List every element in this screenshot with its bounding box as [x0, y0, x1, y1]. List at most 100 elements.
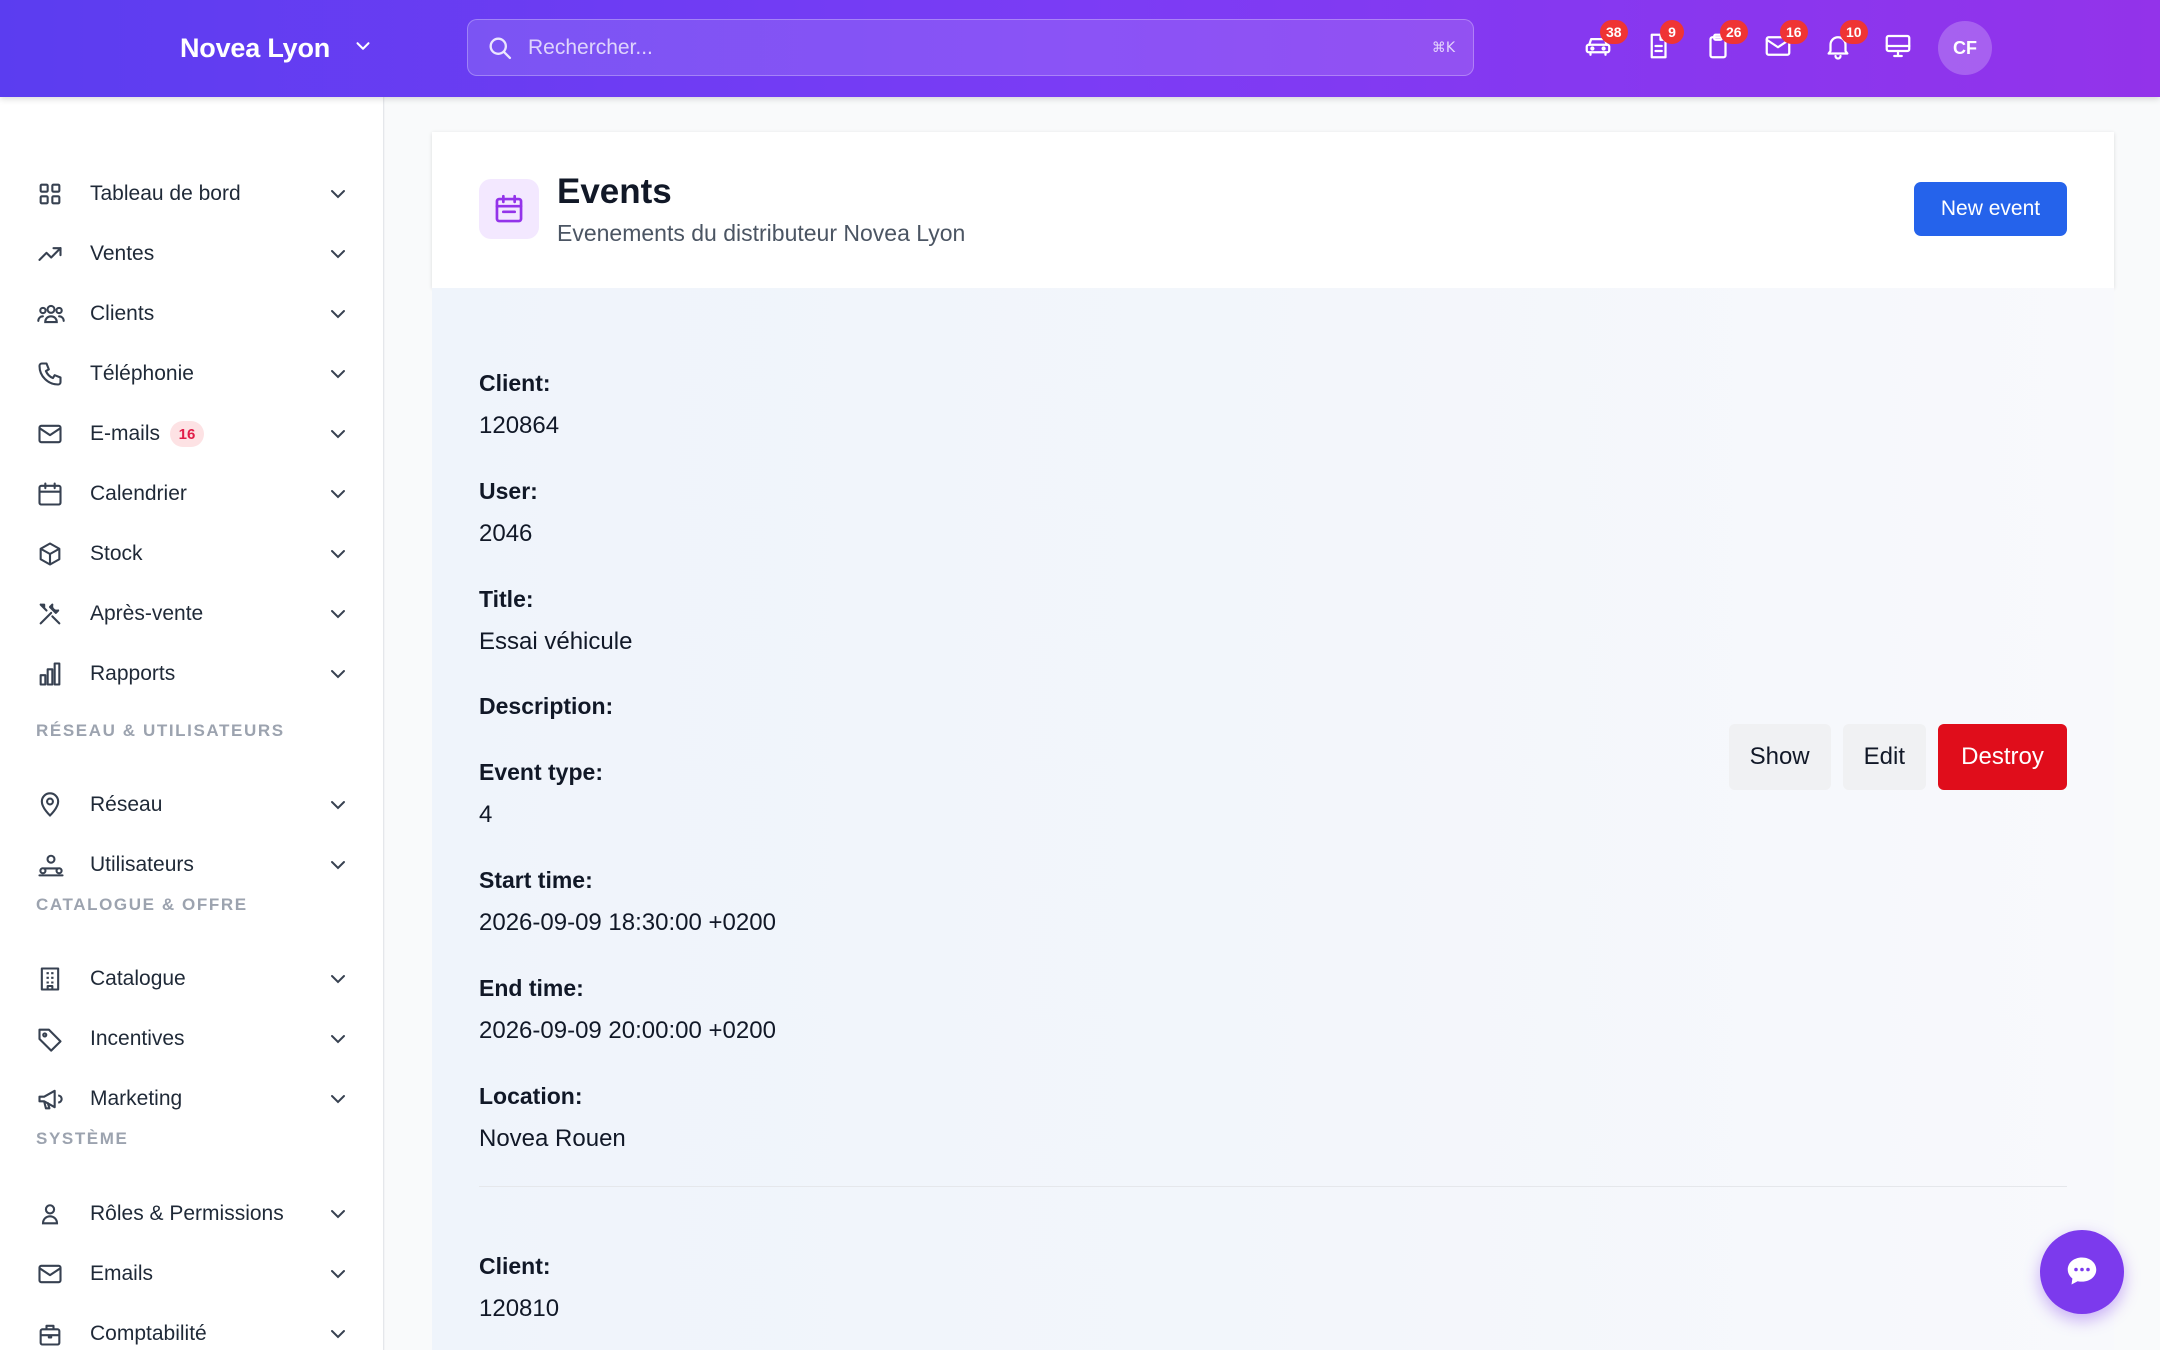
documents-button[interactable]: 9	[1628, 20, 1688, 76]
sidebar-item-tableau-de-bord[interactable]: Tableau de bord	[36, 170, 350, 218]
sidebar-item-emails[interactable]: Emails	[36, 1250, 350, 1298]
brand-name: Novea Lyon	[180, 32, 331, 63]
sidebar-item-label: Emails	[90, 1262, 154, 1285]
field-value: Novea Rouen	[479, 1125, 626, 1152]
page-title: Events	[557, 172, 672, 211]
chevron-down-icon	[352, 35, 374, 62]
field-value: 2046	[479, 520, 533, 547]
field-label: End time:	[479, 975, 584, 1001]
show-button[interactable]: Show	[1728, 724, 1831, 790]
mail-icon	[36, 1254, 76, 1294]
user-icon	[36, 1194, 76, 1234]
destroy-button[interactable]: Destroy	[1938, 724, 2067, 790]
chevron-down-icon	[326, 422, 350, 446]
notification-badge: 38	[1600, 20, 1628, 44]
chevron-down-icon	[326, 542, 350, 566]
notifications-button[interactable]: 10	[1808, 20, 1868, 76]
sidebar-item-roles-permissions[interactable]: Rôles & Permissions	[36, 1190, 350, 1238]
field-value: 120810	[479, 1295, 560, 1322]
chevron-down-icon	[326, 602, 350, 626]
field-value: 4	[479, 801, 493, 828]
calendar-icon	[479, 179, 539, 239]
user-group-icon	[36, 845, 76, 885]
tools-icon	[36, 594, 76, 634]
search-bar[interactable]: ⌘K	[467, 19, 1474, 76]
users-icon	[36, 294, 76, 334]
sidebar-item-label: Après-vente	[90, 602, 204, 625]
sidebar-item-calendrier[interactable]: Calendrier	[36, 470, 350, 518]
new-event-button[interactable]: New event	[1914, 182, 2067, 236]
vehicles-button[interactable]: 38	[1568, 20, 1628, 76]
events-list: Client: 120864 User: 2046 Title: Essai v…	[432, 288, 2114, 1350]
sidebar-item-telephonie[interactable]: Téléphonie	[36, 350, 350, 398]
event-field-client: Client: 120864	[479, 370, 559, 440]
sidebar-item-utilisateurs[interactable]: Utilisateurs	[36, 841, 350, 889]
bar-chart-icon	[36, 654, 76, 694]
sidebar-item-label: Clients	[90, 302, 155, 325]
record-divider	[479, 1186, 2067, 1187]
avatar[interactable]: CF	[1938, 21, 1992, 75]
chevron-down-icon	[326, 242, 350, 266]
event-field-end-time: End time: 2026-09-09 20:00:00 +0200	[479, 975, 776, 1045]
sidebar-item-label: Comptabilité	[90, 1322, 207, 1345]
field-label: Location:	[479, 1083, 583, 1109]
sidebar-item-label: Rapports	[90, 662, 176, 685]
field-label: Description:	[479, 693, 614, 719]
top-navigation-bar: Novea Lyon ⌘K 38 9 26	[0, 0, 2160, 97]
search-icon	[486, 33, 516, 63]
building-icon	[36, 959, 76, 999]
chevron-down-icon	[326, 967, 350, 991]
sidebar-item-incentives[interactable]: Incentives	[36, 1015, 350, 1063]
field-label: User:	[479, 478, 538, 504]
chevron-down-icon	[326, 1202, 350, 1226]
field-label: Event type:	[479, 759, 603, 785]
chevron-down-icon	[326, 1262, 350, 1286]
sidebar-item-label: E-mails	[90, 422, 161, 445]
event-field-location: Location: Novea Rouen	[479, 1083, 626, 1153]
field-label: Start time:	[479, 867, 593, 893]
sidebar-item-label: Stock	[90, 542, 143, 565]
monitor-icon	[1883, 31, 1913, 66]
sidebar-item-label: Rôles & Permissions	[90, 1202, 284, 1225]
sidebar-item-rapports[interactable]: Rapports	[36, 650, 350, 698]
sidebar-item-comptabilite[interactable]: Comptabilité	[36, 1310, 350, 1350]
sidebar-item-stock[interactable]: Stock	[36, 530, 350, 578]
chevron-down-icon	[326, 1027, 350, 1051]
chevron-down-icon	[326, 482, 350, 506]
sidebar-item-label: Ventes	[90, 242, 155, 265]
sidebar-item-label: Réseau	[90, 793, 163, 816]
event-field-client: Client: 120810	[479, 1253, 559, 1323]
chevron-down-icon	[326, 362, 350, 386]
tasks-button[interactable]: 26	[1688, 20, 1748, 76]
event-actions: Show Edit Destroy	[1728, 724, 2067, 790]
sidebar-item-label: Tableau de bord	[90, 182, 241, 205]
phone-icon	[36, 354, 76, 394]
sidebar-item-clients[interactable]: Clients	[36, 290, 350, 338]
search-shortcut: ⌘K	[1431, 39, 1455, 56]
sidebar-item-e-mails[interactable]: E-mails 16	[36, 410, 350, 458]
field-label: Client:	[479, 370, 551, 396]
edit-button[interactable]: Edit	[1842, 724, 1926, 790]
sidebar-item-ventes[interactable]: Ventes	[36, 230, 350, 278]
mail-icon	[36, 414, 76, 454]
messages-button[interactable]: 16	[1748, 20, 1808, 76]
sidebar-item-reseau[interactable]: Réseau	[36, 781, 350, 829]
field-value: 120864	[479, 412, 560, 439]
chevron-down-icon	[326, 793, 350, 817]
sidebar-item-marketing[interactable]: Marketing	[36, 1075, 350, 1123]
chevron-down-icon	[326, 1322, 350, 1346]
search-input[interactable]	[516, 35, 1432, 60]
sidebar-item-catalogue[interactable]: Catalogue	[36, 955, 350, 1003]
brand-switcher[interactable]: Novea Lyon	[180, 28, 374, 68]
page-subtitle: Evenements du distributeur Novea Lyon	[557, 220, 966, 246]
chevron-down-icon	[326, 662, 350, 686]
field-value: 2026-09-09 20:00:00 +0200	[479, 1017, 776, 1044]
sidebar-item-label: Calendrier	[90, 482, 187, 505]
notification-badge: 16	[1780, 20, 1808, 44]
chat-button[interactable]	[2040, 1230, 2124, 1314]
display-button[interactable]	[1868, 20, 1928, 76]
event-field-user: User: 2046	[479, 478, 538, 548]
sidebar-item-label: Marketing	[90, 1087, 183, 1110]
event-field-title: Title: Essai véhicule	[479, 586, 632, 656]
sidebar-item-apres-vente[interactable]: Après-vente	[36, 590, 350, 638]
